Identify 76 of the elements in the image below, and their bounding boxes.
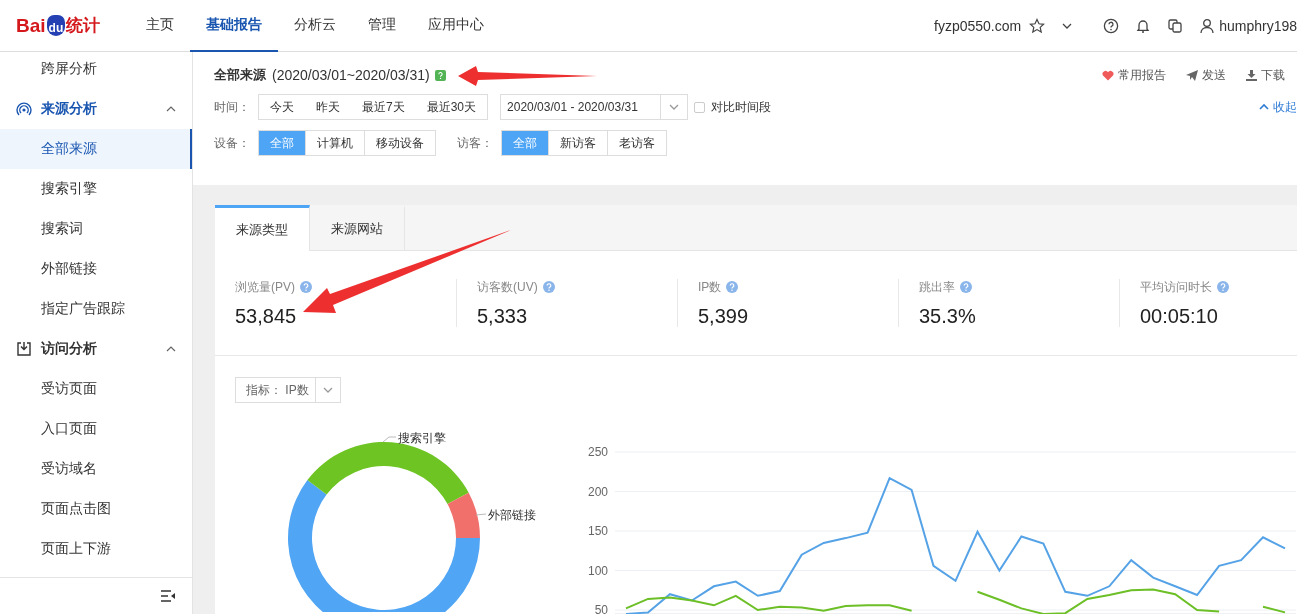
date-range-field[interactable]: 2020/03/01 - 2020/03/31 xyxy=(500,94,689,120)
checkbox[interactable] xyxy=(694,101,706,113)
donut-label: 搜索引擎 xyxy=(398,431,446,445)
chevron-up-icon[interactable] xyxy=(166,344,176,354)
axis-tick-label: 200 xyxy=(587,484,608,499)
report-action[interactable]: 下载 xyxy=(1246,66,1285,84)
filter-label: 时间： xyxy=(214,98,250,116)
signal-icon xyxy=(16,101,32,117)
date-range: (2020/03/01~2020/03/31) xyxy=(272,67,430,83)
chevron-up-icon[interactable] xyxy=(166,104,176,114)
sidebar-item[interactable]: 指定广告跟踪 xyxy=(0,289,192,329)
metric-label: 浏览量(PV) xyxy=(235,278,295,296)
sidebar-item[interactable]: 全部来源 xyxy=(0,129,192,169)
sidebar-group[interactable]: 访问分析 xyxy=(41,340,97,358)
nav-tab[interactable]: 分析云 xyxy=(278,0,353,52)
download-box-icon xyxy=(16,341,32,357)
sidebar-item[interactable]: 搜索词 xyxy=(0,209,192,249)
metric-value: 5,399 xyxy=(698,304,750,328)
axis-tick-label: 100 xyxy=(587,563,608,578)
paper-plane-icon xyxy=(1186,69,1198,81)
collapse-link[interactable]: 收起 xyxy=(1259,98,1297,116)
filter-option[interactable]: 移动设备 xyxy=(364,131,435,155)
collapse-menu-icon[interactable] xyxy=(160,589,176,603)
time-option[interactable]: 今天 xyxy=(259,95,305,119)
sidebar-item[interactable]: 跨屏分析 xyxy=(0,52,192,89)
report-tab[interactable]: 来源网站 xyxy=(310,205,405,250)
donut-label: 外部链接 xyxy=(488,508,536,522)
filter-label: 访客： xyxy=(457,134,493,152)
filter-option[interactable]: 老访客 xyxy=(607,131,666,155)
sidebar-item[interactable]: 页面点击图 xyxy=(0,489,192,529)
sidebar-item[interactable]: 受访域名 xyxy=(0,449,192,489)
axis-tick-label: 250 xyxy=(587,445,608,459)
report-tab[interactable]: 来源类型 xyxy=(215,205,310,251)
nav-tab[interactable]: 应用中心 xyxy=(412,0,501,52)
report-action[interactable]: 常用报告 xyxy=(1102,66,1166,84)
user-name[interactable]: humphry198 xyxy=(1219,17,1297,34)
report-title: 全部来源 xyxy=(214,66,266,84)
help-icon[interactable] xyxy=(1103,17,1120,34)
leader-line xyxy=(382,436,397,443)
heart-icon xyxy=(1102,69,1114,81)
metric-label: 跳出率 xyxy=(919,278,955,296)
sidebar-item[interactable]: 外部链接 xyxy=(0,249,192,289)
site-name[interactable]: fyzp0550.com xyxy=(934,17,1022,34)
nav-tab[interactable]: 管理 xyxy=(352,0,413,52)
logo[interactable]: Bai du 统计 xyxy=(16,10,101,41)
metric-label: IP数 xyxy=(698,278,722,296)
metric-value: 35.3% xyxy=(919,304,977,328)
axis-tick-label: 50 xyxy=(594,603,608,614)
metric-label: 访客数(UV) xyxy=(477,278,538,296)
report-action[interactable]: 发送 xyxy=(1186,66,1226,84)
copy-icon[interactable] xyxy=(1167,17,1184,34)
sidebar-item[interactable]: 搜索引擎 xyxy=(0,169,192,209)
axis-tick-label: 150 xyxy=(587,524,608,538)
sidebar-group[interactable]: 来源分析 xyxy=(41,100,97,118)
leader-line xyxy=(475,513,487,516)
time-option[interactable]: 最近30天 xyxy=(415,95,488,119)
sidebar-item[interactable]: 入口页面 xyxy=(0,409,192,449)
filter-label: 设备： xyxy=(214,134,250,152)
download-icon xyxy=(1246,69,1257,81)
filter-option[interactable]: 新访客 xyxy=(548,131,607,155)
time-option[interactable]: 最近7天 xyxy=(351,95,416,119)
time-option[interactable]: 昨天 xyxy=(305,95,351,119)
metric-value: 00:05:10 xyxy=(1140,304,1219,328)
nav-tab[interactable]: 主页 xyxy=(130,0,191,52)
sidebar-item[interactable]: 受访页面 xyxy=(0,369,192,409)
indicator-select[interactable]: 指标： IP数 xyxy=(235,377,341,403)
star-icon[interactable] xyxy=(1029,17,1046,34)
chevron-up-icon[interactable] xyxy=(1259,103,1269,111)
filter-option[interactable]: 计算机 xyxy=(305,131,364,155)
metric-label: 平均访问时长 xyxy=(1140,278,1212,296)
checkbox-label[interactable]: 对比时间段 xyxy=(711,98,772,116)
user-icon[interactable] xyxy=(1199,17,1216,34)
sidebar-item[interactable]: 页面上下游 xyxy=(0,529,192,569)
metric-value: 53,845 xyxy=(235,304,298,328)
metric-value: 5,333 xyxy=(477,304,529,328)
bell-icon[interactable] xyxy=(1135,17,1152,34)
